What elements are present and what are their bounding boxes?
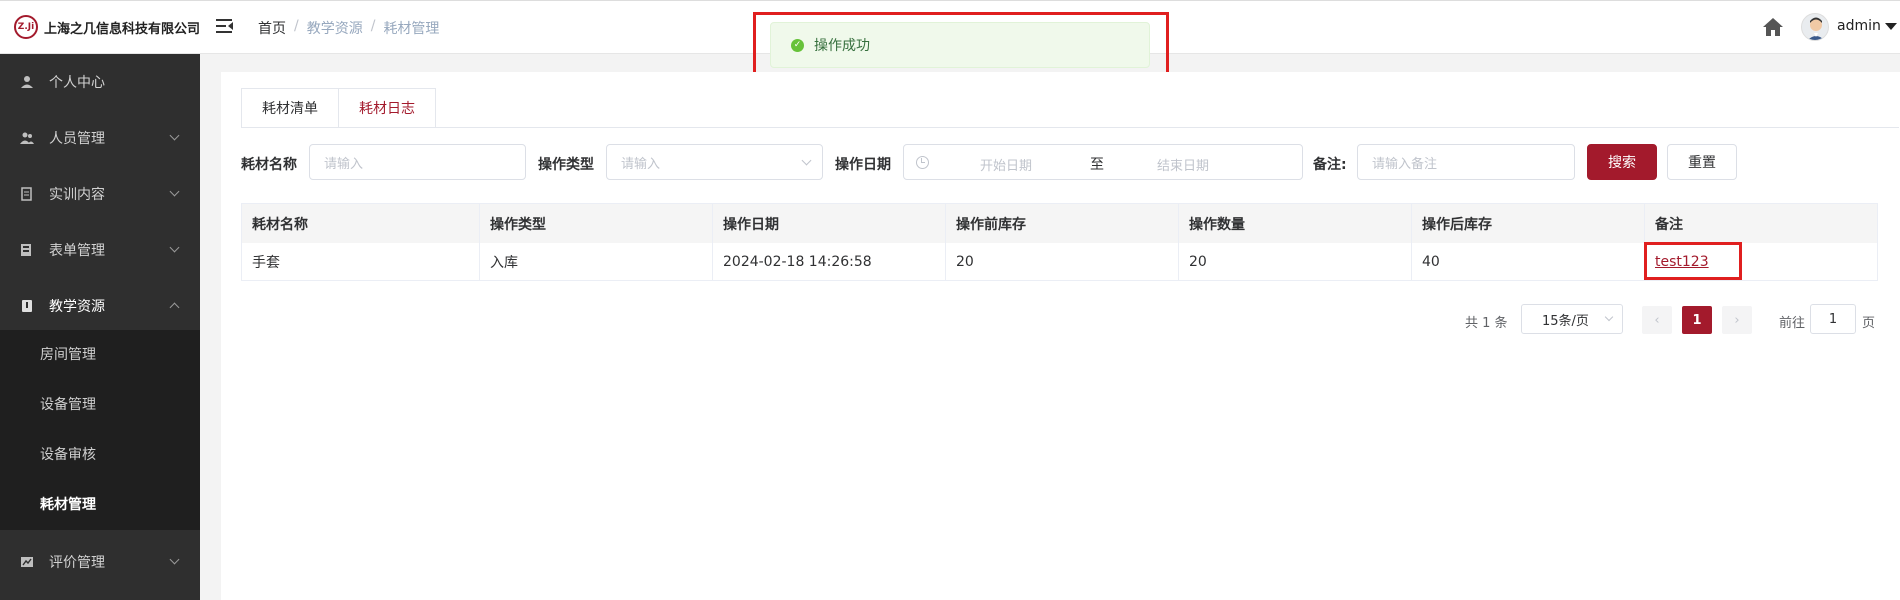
note-search-input[interactable]: 请输入备注 [1357,144,1575,180]
chevron-down-icon [801,155,812,166]
search-button[interactable]: 搜索 [1587,144,1657,180]
cell-date: 2024-02-18 14:26:58 [713,243,946,280]
sidebar-item-training[interactable]: 实训内容 [0,166,200,222]
breadcrumb-current: 耗材管理 [383,21,440,37]
operation-type-select[interactable]: 请输入 [606,144,823,180]
table-header-row: 耗材名称 操作类型 操作日期 操作前库存 操作数量 操作后库存 备注 [242,204,1877,243]
date-end-placeholder[interactable]: 结束日期 [1157,155,1209,174]
sidebar-item-label: 个人中心 [49,75,105,91]
column-header: 操作类型 [480,204,713,243]
tab-consumables-list[interactable]: 耗材清单 [241,88,339,128]
column-header: 备注 [1655,216,1683,233]
user-name: admin [1837,18,1881,34]
table-body: 手套 入库 2024-02-18 14:26:58 20 20 40 test1… [242,243,1877,280]
chevron-down-icon [169,554,180,565]
home-icon[interactable] [1762,17,1784,37]
user-menu[interactable]: admin [1837,18,1897,34]
chevron-down-icon [1604,312,1614,322]
tab-consumables-log[interactable]: 耗材日志 [339,88,436,128]
note-input-placeholder: 请输入备注 [1372,156,1438,172]
goto-label: 前往 [1779,316,1806,331]
sidebar-item-forms[interactable]: 表单管理 [0,222,200,278]
page-size-value: 15条/页 [1542,313,1589,329]
avatar[interactable] [1801,13,1829,41]
type-select-placeholder: 请输入 [621,156,661,172]
date-range-separator: 至 [1090,157,1104,173]
breadcrumb-separator: / [294,18,299,34]
submenu-teaching-resources: 房间管理 设备管理 设备审核 耗材管理 [0,330,200,530]
sidebar-item-teaching-resources[interactable]: 教学资源 [0,278,200,334]
table-row: 手套 入库 2024-02-18 14:26:58 20 20 40 test1… [242,243,1877,280]
tabs-divider [241,127,1899,128]
cell-stock-before: 20 [946,243,1179,280]
sidebar-item-label: 教学资源 [49,299,105,315]
book-icon [22,300,32,312]
breadcrumb: 首页 / 教学资源 / 耗材管理 [258,18,439,38]
company-logo: Z.Ji [14,15,38,39]
cell-name: 手套 [242,243,480,280]
cell-type: 入库 [480,243,713,280]
sidebar-item-profile[interactable]: 个人中心 [0,54,200,110]
main-panel: 耗材清单 耗材日志 耗材名称 请输入 操作类型 请输入 操作日期 开始日期 至 … [221,72,1900,600]
next-page-button[interactable]: › [1722,306,1752,334]
column-header: 耗材名称 [242,204,480,243]
column-header: 操作日期 [713,204,946,243]
tabs: 耗材清单 耗材日志 [241,88,436,128]
sidebar-item-label: 评价管理 [49,555,105,571]
sidebar-subitem-equipment[interactable]: 设备管理 [40,394,96,414]
sidebar-subitem-equipment-review[interactable]: 设备审核 [40,444,96,464]
sidebar-item-personnel[interactable]: 人员管理 [0,110,200,166]
company-name: 上海之几信息科技有限公司 [44,21,201,37]
page-number-current[interactable]: 1 [1682,306,1712,334]
sidebar-item-label: 人员管理 [49,131,105,147]
sidebar-subitem-rooms[interactable]: 房间管理 [40,344,96,364]
sidebar-item-label: 表单管理 [49,243,105,259]
sidebar: 个人中心 人员管理 实训内容 表单管理 教学资源 房间管理 设备管理 设备审核 … [0,54,200,600]
breadcrumb-teaching-resources[interactable]: 教学资源 [307,18,363,38]
caret-down-icon [1884,22,1897,30]
chart-icon [21,557,33,567]
sidebar-subitem-consumables[interactable]: 耗材管理 [40,494,96,514]
sidebar-item-evaluation[interactable]: 评价管理 [0,534,200,590]
chevron-down-icon [169,186,180,197]
consumables-log-table: 耗材名称 操作类型 操作日期 操作前库存 操作数量 操作后库存 备注 手套 入库… [241,203,1878,281]
name-search-input[interactable]: 请输入 [309,144,526,180]
goto-page-input[interactable]: 1 [1810,304,1856,334]
chevron-up-icon [169,302,180,313]
sidebar-toggle-icon[interactable] [216,17,234,35]
pagination-total: 共 1 条 [1465,316,1508,331]
filter-name-label: 耗材名称 [241,157,297,173]
reset-button[interactable]: 重置 [1667,144,1737,180]
name-input-placeholder: 请输入 [324,156,364,172]
cell-quantity: 20 [1179,243,1412,280]
brand[interactable]: Z.Ji 上海之几信息科技有限公司 [14,15,200,39]
form-icon [21,244,31,256]
success-check-icon: ✓ [791,38,804,52]
prev-page-button[interactable]: ‹ [1642,306,1672,334]
filter-date-label: 操作日期 [835,157,891,173]
column-header: 操作数量 [1179,204,1412,243]
doc-icon [21,187,32,201]
chevron-down-icon [169,242,180,253]
filter-type-label: 操作类型 [538,157,594,173]
goto-page-suffix: 页 [1862,316,1876,331]
table-header: 耗材名称 操作类型 操作日期 操作前库存 操作数量 操作后库存 备注 [242,204,1877,243]
date-range-picker[interactable]: 开始日期 至 结束日期 [903,144,1303,180]
user-icon [21,76,33,88]
success-toast: ✓ 操作成功 [770,22,1150,68]
note-highlight-box [1644,242,1742,280]
users-icon [20,132,34,144]
clock-icon [916,156,929,169]
cell-stock-after: 40 [1412,243,1645,280]
sidebar-item-label: 实训内容 [49,187,105,203]
toast-message: 操作成功 [814,38,870,54]
date-start-placeholder[interactable]: 开始日期 [980,155,1032,174]
filter-note-label: 备注: [1313,157,1347,173]
column-header: 操作前库存 [946,204,1179,243]
breadcrumb-separator: / [370,18,376,34]
column-header: 操作后库存 [1412,204,1645,243]
chevron-down-icon [169,130,180,141]
page-size-select[interactable]: 15条/页 [1521,304,1623,334]
breadcrumb-home[interactable]: 首页 [258,18,286,38]
